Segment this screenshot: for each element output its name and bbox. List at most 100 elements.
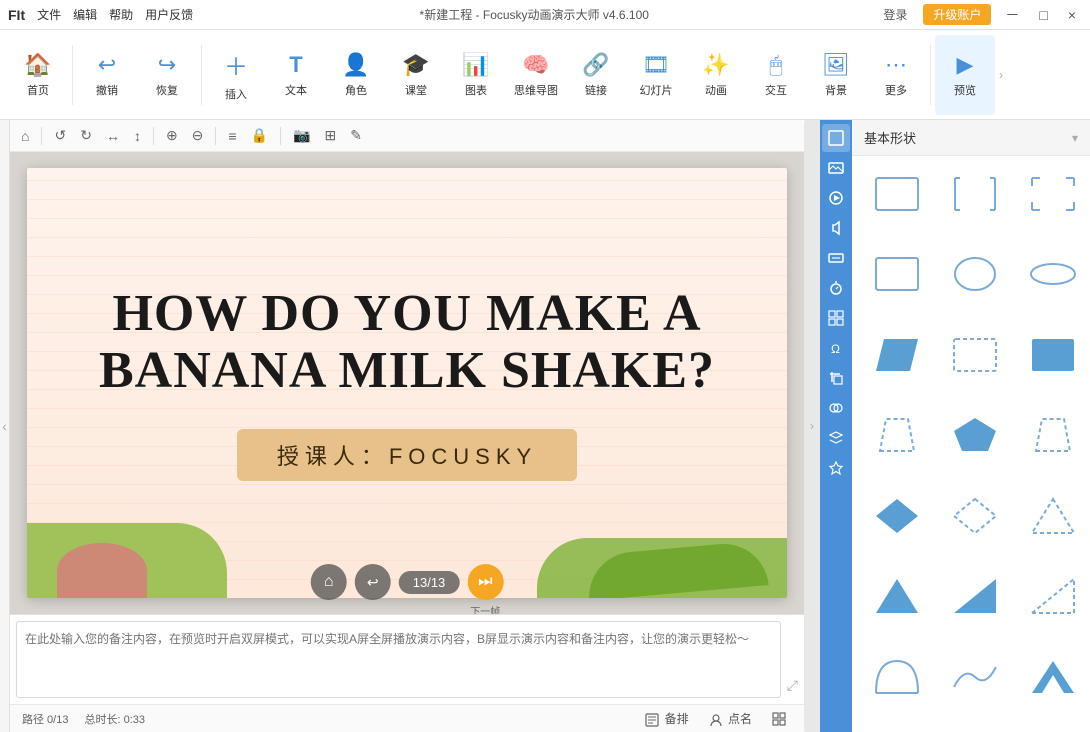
shapes-dropdown-icon[interactable]: ▾ bbox=[1072, 131, 1078, 145]
right-icon-star[interactable] bbox=[822, 454, 850, 482]
sub-lock[interactable]: 🔒 bbox=[246, 124, 273, 147]
tool-more[interactable]: ⋯ 更多 bbox=[866, 35, 926, 115]
tool-preview[interactable]: ▶ 预览 bbox=[935, 35, 995, 115]
slide[interactable]: HOW DO YOU MAKE A BANANA MILK SHAKE? 授课人… bbox=[27, 168, 787, 598]
tool-character[interactable]: 👤 角色 bbox=[326, 35, 386, 115]
sub-zoom-out[interactable]: ⊖ bbox=[187, 124, 209, 147]
canvas-area[interactable]: HOW DO YOU MAKE A BANANA MILK SHAKE? 授课人… bbox=[10, 152, 804, 614]
sub-home-icon[interactable]: ⌂ bbox=[16, 125, 34, 147]
slideshow-icon: 🎞 bbox=[642, 52, 670, 78]
menu-edit[interactable]: 编辑 bbox=[73, 6, 97, 23]
app-logo: FIt bbox=[8, 7, 25, 23]
shape-triangle-up[interactable] bbox=[1018, 488, 1088, 543]
sub-grid[interactable]: ⊞ bbox=[319, 124, 341, 147]
shape-triangle-solid[interactable] bbox=[862, 569, 932, 624]
menu-help[interactable]: 帮助 bbox=[109, 6, 133, 23]
right-icon-grid[interactable] bbox=[822, 304, 850, 332]
shape-dashed-corners[interactable] bbox=[1018, 166, 1088, 221]
login-button[interactable]: 登录 bbox=[875, 4, 915, 25]
interact-icon: 🖱 bbox=[769, 52, 782, 78]
sub-rotate-left[interactable]: ↺ bbox=[49, 124, 71, 147]
tool-link[interactable]: 🔗 链接 bbox=[566, 35, 626, 115]
close-button[interactable]: × bbox=[1062, 7, 1082, 23]
tool-slideshow[interactable]: 🎞 幻灯片 bbox=[626, 35, 686, 115]
status-layout-button[interactable] bbox=[766, 709, 792, 728]
shape-parallelogram[interactable] bbox=[862, 327, 932, 382]
shape-right-triangle[interactable] bbox=[940, 569, 1010, 624]
shape-bracket-rect[interactable] bbox=[940, 166, 1010, 221]
notes-textarea[interactable] bbox=[16, 621, 781, 698]
right-collapse-button[interactable]: › bbox=[804, 120, 820, 732]
sub-camera[interactable]: 📷 bbox=[288, 124, 315, 147]
right-icon-symbol[interactable]: Ω bbox=[822, 334, 850, 362]
nav-home-button[interactable]: ⌂ bbox=[311, 564, 347, 600]
right-icon-crop[interactable] bbox=[822, 364, 850, 392]
sub-edit[interactable]: ✎ bbox=[345, 124, 367, 147]
sub-flip-h[interactable]: ↔ bbox=[101, 125, 125, 147]
status-roll-call-button[interactable]: 点名 bbox=[703, 708, 758, 729]
status-notes-button[interactable]: 备排 bbox=[639, 708, 694, 729]
tool-redo[interactable]: ↪ 恢复 bbox=[137, 35, 197, 115]
left-collapse-panel[interactable]: ‹ bbox=[0, 120, 10, 732]
undo-icon: ↩ bbox=[98, 52, 116, 78]
maximize-button[interactable]: □ bbox=[1033, 7, 1053, 23]
sub-align[interactable]: ≡ bbox=[223, 125, 241, 147]
shape-trapezoid-dashed[interactable] bbox=[862, 408, 932, 463]
shape-rect-outline[interactable] bbox=[862, 166, 932, 221]
main-toolbar: 🏠 首页 ↩ 撤销 ↪ 恢复 ＋ 插入 T 文本 👤 角色 🎓 课堂 📊 图表 … bbox=[0, 30, 1090, 120]
notes-expand-icon[interactable]: ⤢ bbox=[787, 677, 798, 694]
right-collapse-icon: › bbox=[810, 419, 814, 433]
right-icon-timer[interactable] bbox=[822, 274, 850, 302]
right-icon-image[interactable] bbox=[822, 154, 850, 182]
status-path: 路径 0/13 bbox=[22, 711, 68, 727]
right-icon-layers[interactable] bbox=[822, 424, 850, 452]
shape-wave[interactable] bbox=[940, 649, 1010, 704]
right-icon-text[interactable] bbox=[822, 244, 850, 272]
tool-mindmap[interactable]: 🧠 思维导图 bbox=[506, 35, 566, 115]
upgrade-button[interactable]: 升级账户 bbox=[923, 4, 991, 25]
mindmap-icon: 🧠 bbox=[522, 52, 549, 78]
right-icon-mask[interactable] bbox=[822, 394, 850, 422]
toolbar-expand-arrow[interactable]: › bbox=[999, 68, 1003, 82]
shape-right-triangle-dashed[interactable] bbox=[1018, 569, 1088, 624]
shape-diamond-outline[interactable] bbox=[940, 488, 1010, 543]
tool-animation[interactable]: ✨ 动画 bbox=[686, 35, 746, 115]
shape-rect-solid[interactable] bbox=[862, 247, 932, 302]
shape-ellipse-wide[interactable] bbox=[1018, 247, 1088, 302]
shapes-panel: 基本形状 ▾ bbox=[852, 120, 1090, 732]
tool-interact[interactable]: 🖱 交互 bbox=[746, 35, 806, 115]
right-icon-audio[interactable] bbox=[822, 214, 850, 242]
tool-chart[interactable]: 📊 图表 bbox=[446, 35, 506, 115]
status-duration: 总时长: 0:33 bbox=[84, 711, 145, 727]
shape-triangle-dashed[interactable] bbox=[1018, 408, 1088, 463]
shape-diamond[interactable] bbox=[862, 488, 932, 543]
shape-arch[interactable] bbox=[862, 649, 932, 704]
shape-ellipse[interactable] bbox=[940, 247, 1010, 302]
link-icon: 🔗 bbox=[582, 52, 609, 78]
nav-next-button[interactable]: ⏭ 下一帧 bbox=[467, 564, 503, 600]
right-panel-wrapper: › Ω bbox=[804, 120, 1090, 732]
tool-insert[interactable]: ＋ 插入 bbox=[206, 35, 266, 115]
tool-home[interactable]: 🏠 首页 bbox=[8, 35, 68, 115]
tool-undo[interactable]: ↩ 撤销 bbox=[77, 35, 137, 115]
sub-zoom-in[interactable]: ⊕ bbox=[161, 124, 183, 147]
right-icon-shapes[interactable] bbox=[822, 124, 850, 152]
sub-rotate-right[interactable]: ↻ bbox=[75, 124, 97, 147]
sub-sep2 bbox=[153, 127, 154, 145]
minimize-button[interactable]: － bbox=[999, 5, 1025, 25]
svg-text:Ω: Ω bbox=[831, 342, 840, 356]
sub-sep1 bbox=[41, 127, 42, 145]
menu-feedback[interactable]: 用户反馈 bbox=[145, 6, 193, 23]
menu-file[interactable]: 文件 bbox=[37, 6, 61, 23]
tool-background[interactable]: 🖼 背景 bbox=[806, 35, 866, 115]
shape-pentagon[interactable] bbox=[940, 408, 1010, 463]
right-icon-media[interactable] bbox=[822, 184, 850, 212]
nav-overlay: ⌂ ↩ 13/13 ⏭ 下一帧 bbox=[311, 564, 504, 600]
tool-classroom[interactable]: 🎓 课堂 bbox=[386, 35, 446, 115]
nav-back-button[interactable]: ↩ bbox=[355, 564, 391, 600]
tool-text[interactable]: T 文本 bbox=[266, 35, 326, 115]
shape-dashed-rect[interactable] bbox=[940, 327, 1010, 382]
shape-complex[interactable] bbox=[1018, 649, 1088, 704]
shape-rect-blue-solid[interactable] bbox=[1018, 327, 1088, 382]
sub-flip-v[interactable]: ↕ bbox=[129, 125, 146, 147]
